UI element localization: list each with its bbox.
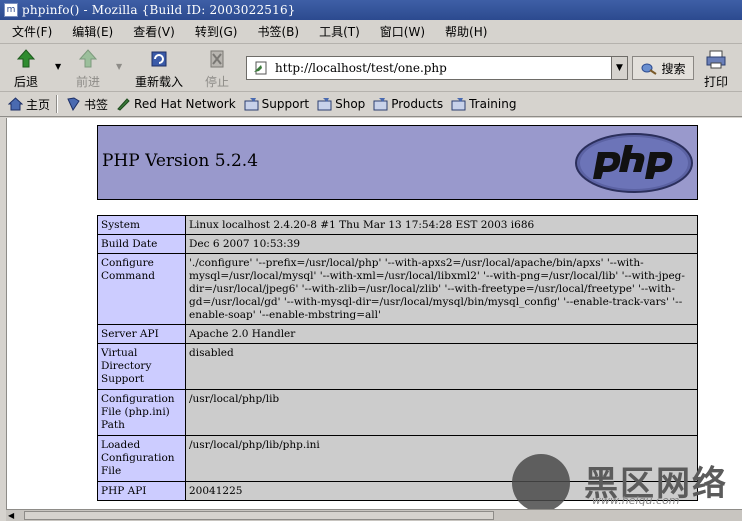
php-logo[interactable] [574,132,694,194]
menu-go[interactable]: 转到(G) [195,23,238,40]
printer-icon [706,50,726,69]
row-key: System [97,215,186,235]
watermark-url: www.heiqu.com [592,494,680,507]
reload-icon [151,51,167,67]
row-key: Server API [97,324,186,344]
stop-button[interactable]: 停止 [205,48,229,90]
table-row: Configuration File (php.ini) Path /usr/l… [97,389,698,436]
url-text[interactable]: http://localhost/test/one.php [275,61,611,75]
menu-help[interactable]: 帮助(H) [445,23,487,40]
menu-bar: 文件(F) 编辑(E) 查看(V) 转到(G) 书签(B) 工具(T) 窗口(W… [0,20,742,44]
back-button[interactable]: 后退 [14,48,38,90]
folder-icon [373,98,388,111]
php-version: PHP Version 5.2.4 [102,151,259,171]
folder-icon [451,98,466,111]
print-button[interactable]: 打印 [704,48,728,90]
php-header: PHP Version 5.2.4 [97,125,698,200]
page-content[interactable]: PHP Version 5.2.4 System Linux localhost… [6,118,742,509]
forward-dropdown-icon[interactable]: ▼ [116,62,122,71]
row-value: Apache 2.0 Handler [185,324,698,344]
scrollbar-thumb[interactable] [24,511,494,520]
row-value: Dec 6 2007 10:53:39 [185,234,698,254]
row-value: Linux localhost 2.4.20-8 #1 Thu Mar 13 1… [185,215,698,235]
table-row: Server API Apache 2.0 Handler [97,324,698,344]
personal-toolbar: 主页 书签 Red Hat Network Support Shop Produ… [0,92,742,117]
menu-edit[interactable]: 编辑(E) [72,23,113,40]
toolbar-separator [56,95,59,113]
horizontal-scrollbar[interactable]: ◀ [6,509,742,521]
row-key: Configure Command [97,253,186,325]
row-value: disabled [185,343,698,390]
row-key: Loaded Configuration File [97,435,186,482]
url-dropdown-icon[interactable]: ▼ [611,57,627,79]
url-bar[interactable]: http://localhost/test/one.php ▼ [246,56,628,80]
search-icon [641,63,658,75]
scroll-left-icon[interactable]: ◀ [8,511,18,521]
menu-file[interactable]: 文件(F) [12,23,52,40]
menu-window[interactable]: 窗口(W) [380,23,425,40]
back-arrow-icon [16,49,36,68]
row-value: /usr/local/php/lib [185,389,698,436]
table-row: Configure Command './configure' '--prefi… [97,253,698,325]
table-row: Virtual Directory Support disabled [97,343,698,390]
folder-icon [317,98,332,111]
mozilla-icon: m [4,3,18,17]
bookmarks-link[interactable]: 书签 [66,96,108,113]
reload-button[interactable]: 重新载入 [135,48,183,90]
bookmark-products[interactable]: Products [373,97,443,111]
bookmark-training[interactable]: Training [451,97,516,111]
watermark: 黑区网络 www.heiqu.com [512,454,742,512]
row-value: './configure' '--prefix=/usr/local/php' … [185,253,698,325]
table-row: Build Date Dec 6 2007 10:53:39 [97,234,698,254]
table-row: System Linux localhost 2.4.20-8 #1 Thu M… [97,215,698,235]
menu-tools[interactable]: 工具(T) [319,23,360,40]
menu-view[interactable]: 查看(V) [133,23,175,40]
row-key: Virtual Directory Support [97,343,186,390]
row-key: PHP API [97,481,186,501]
folder-icon [244,98,259,111]
row-key: Build Date [97,234,186,254]
bookmark-shop[interactable]: Shop [317,97,365,111]
window-title: phpinfo() - Mozilla {Build ID: 200302251… [22,3,296,17]
row-key: Configuration File (php.ini) Path [97,389,186,436]
back-dropdown-icon[interactable]: ▼ [55,62,61,71]
forward-button[interactable]: 前进 [76,48,100,90]
menu-bookmarks[interactable]: 书签(B) [257,23,299,40]
page-icon [254,61,267,75]
bookmarks-icon [67,97,80,111]
bookmark-support[interactable]: Support [244,97,309,111]
pen-icon [117,98,130,111]
home-icon [8,97,23,111]
home-link[interactable]: 主页 [8,96,50,113]
watermark-logo-icon [512,454,570,512]
forward-arrow-icon [78,49,98,68]
bookmark-red-hat-network[interactable]: Red Hat Network [116,97,236,111]
stop-icon [210,50,224,68]
window-title-bar: m phpinfo() - Mozilla {Build ID: 2003022… [0,0,742,20]
search-button[interactable]: 搜索 [632,56,694,80]
navigation-toolbar: 后退 ▼ 前进 ▼ 重新载入 停止 http://localhost/test/… [0,44,742,92]
